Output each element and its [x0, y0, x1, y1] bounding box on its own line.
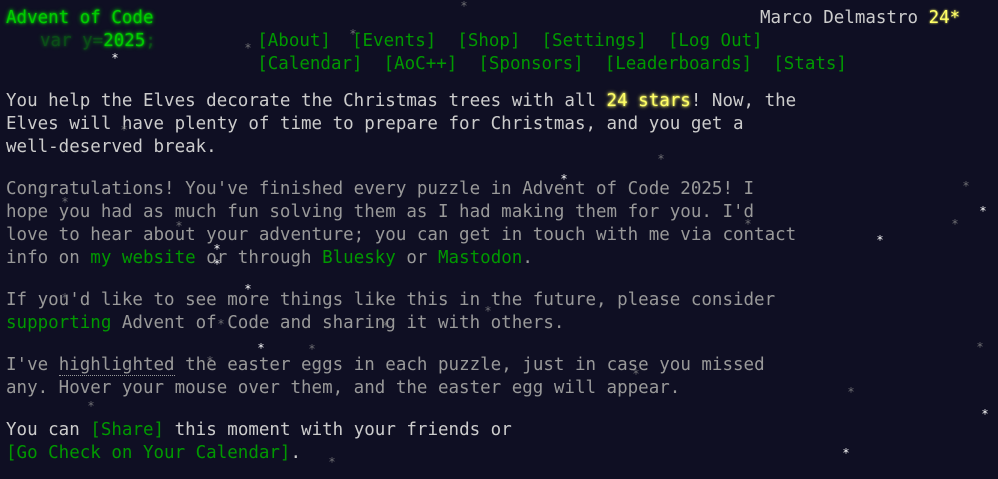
site-header: Advent of Code [About] [Events] [Shop] [Set… [6, 7, 996, 74]
my-website-link[interactable]: my website [90, 248, 195, 268]
support-paragraph: If you'd like to see more things like th… [6, 289, 906, 335]
user-info: Marco Delmastro 24* [760, 7, 960, 30]
nav-aoc-plus-plus[interactable]: [AoC++] [384, 53, 458, 76]
mastodon-link[interactable]: Mastodon [438, 248, 522, 268]
header-row-2: var y=2025; [Calendar] [AoC++] [Sponsors] [… [6, 30, 996, 74]
p2-text-3: or [395, 248, 439, 268]
p1-stars: 24 stars [606, 91, 691, 111]
year-suffix: ; [145, 31, 156, 51]
nav-calendar[interactable]: [Calendar] [257, 53, 362, 76]
snowflake-icon: * [982, 407, 988, 421]
p4-text-1: I've [6, 355, 59, 375]
p2-text-2: or through [195, 248, 323, 268]
year-prefix: var y= [40, 31, 104, 51]
p3-text-1: If you'd like to see more things like th… [6, 290, 776, 310]
nav-leaderboards[interactable]: [Leaderboards] [605, 53, 753, 76]
event-year-link[interactable]: var y=2025; [40, 30, 156, 53]
snowflake-icon: * [977, 340, 983, 354]
event-nav: [Calendar] [AoC++] [Sponsors] [Leaderboards… [194, 30, 868, 99]
p5-text-3: . [290, 443, 302, 463]
p5-text-2: this moment with your friends or [174, 420, 512, 440]
snowflake-icon: * [963, 179, 969, 193]
user-star-count: 24* [928, 8, 961, 28]
snowflake-icon: * [980, 204, 986, 218]
go-check-calendar-link[interactable]: [Go Check on Your Calendar] [6, 443, 290, 463]
congratulations-paragraph: Congratulations! You've finished every p… [6, 178, 906, 270]
p5-text-1: You can [6, 420, 91, 440]
bluesky-link[interactable]: Bluesky [322, 248, 396, 268]
snowflake-icon: * [952, 217, 958, 231]
completion-paragraph: You help the Elves decorate the Christma… [6, 90, 906, 159]
easter-egg-paragraph: I've highlighted the easter eggs in each… [6, 354, 906, 400]
p3-text-2: Advent of Code and sharing it with other… [111, 313, 565, 333]
p1-text-before: You help the Elves decorate the Christma… [6, 91, 607, 111]
user-name: Marco Delmastro [760, 8, 919, 28]
nav-sponsors[interactable]: [Sponsors] [478, 53, 583, 76]
supporting-link[interactable]: supporting [6, 313, 111, 333]
share-paragraph: You can [Share] this moment with your fr… [6, 419, 906, 465]
header-row-1: Advent of Code [About] [Events] [Shop] [Set… [6, 7, 996, 51]
site-title-link[interactable]: Advent of Code [6, 7, 154, 30]
share-link[interactable]: [Share] [90, 420, 164, 440]
highlighted-easter-egg[interactable]: highlighted [58, 355, 175, 376]
year-number: 2025 [103, 31, 146, 51]
nav-stats[interactable]: [Stats] [773, 53, 847, 76]
p2-text-4: . [522, 248, 533, 268]
snowflake-icon: * [112, 51, 118, 65]
main-content: You help the Elves decorate the Christma… [6, 90, 906, 479]
